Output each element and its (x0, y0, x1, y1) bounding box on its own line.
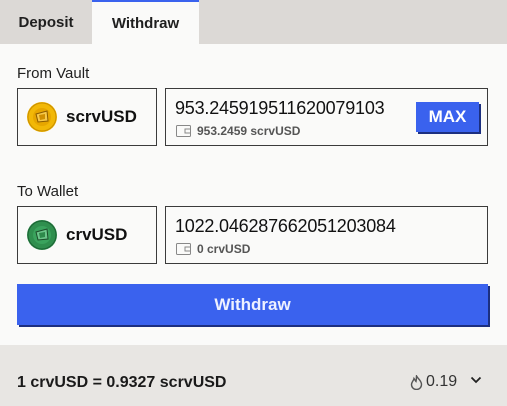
scrvusd-token-icon (27, 102, 57, 132)
chevron-down-icon[interactable] (470, 376, 482, 384)
wallet-icon (176, 125, 191, 137)
gas-estimate: 0.19 (410, 373, 457, 391)
to-amount-field: 1022.046287662051203084 0 crvUSD (165, 206, 488, 264)
gas-value: 0.19 (426, 373, 458, 390)
to-token-name: crvUSD (66, 225, 128, 244)
from-token-name: scrvUSD (66, 107, 137, 126)
from-balance: 953.2459 scrvUSD (176, 124, 300, 138)
exchange-rate: 1 crvUSD = 0.9327 scrvUSD (17, 374, 227, 391)
tab-bar: Deposit Withdraw (0, 0, 507, 44)
to-balance: 0 crvUSD (176, 242, 250, 256)
withdraw-button[interactable]: Withdraw (17, 284, 488, 325)
to-wallet-label: To Wallet (17, 183, 79, 200)
wallet-icon (176, 243, 191, 255)
from-token-selector[interactable]: scrvUSD (17, 88, 157, 146)
crvusd-token-icon (27, 220, 57, 250)
from-vault-label: From Vault (17, 65, 90, 82)
from-balance-text: 953.2459 scrvUSD (197, 124, 301, 138)
tab-deposit[interactable]: Deposit (0, 0, 92, 44)
from-amount-input[interactable]: 953.245919511620079103 (175, 98, 385, 119)
withdraw-panel: From Vault scrvUSD 953.24591951162007910… (0, 44, 507, 345)
flame-icon (410, 374, 423, 390)
tab-withdraw[interactable]: Withdraw (92, 0, 199, 44)
rate-footer[interactable]: 1 crvUSD = 0.9327 scrvUSD 0.19 (0, 345, 507, 406)
to-amount-value: 1022.046287662051203084 (175, 216, 396, 236)
from-amount-field[interactable]: 953.245919511620079103 953.2459 scrvUSD … (165, 88, 488, 146)
to-token-selector[interactable]: crvUSD (17, 206, 157, 264)
to-balance-text: 0 crvUSD (197, 242, 251, 256)
max-button[interactable]: MAX (416, 102, 479, 132)
